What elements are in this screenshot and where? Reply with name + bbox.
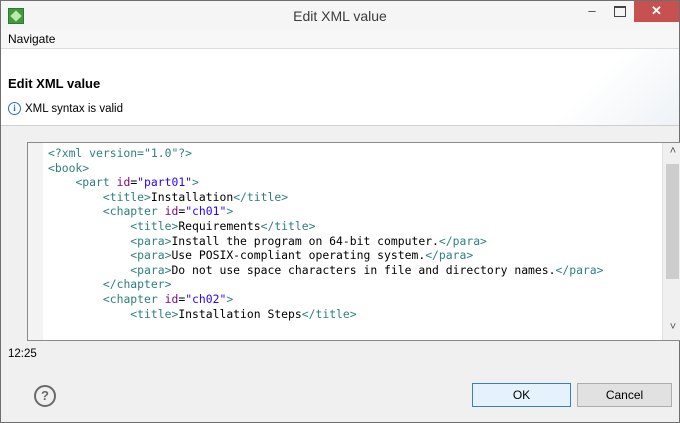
code-token: id — [116, 175, 131, 190]
code-token: <?xml version="1.0"?> — [48, 146, 193, 160]
code-token: <para> — [130, 262, 172, 277]
code-line: <?xml version="1.0"?> — [48, 146, 604, 161]
close-icon: ✕ — [651, 3, 662, 18]
code-token: > — [226, 204, 234, 219]
menu-bar: Navigate — [1, 30, 679, 49]
code-token: Requirements — [178, 218, 261, 233]
code-token: <book> — [48, 160, 90, 175]
code-token: Do not use space characters in file and … — [171, 262, 556, 277]
vertical-scrollbar[interactable]: ˄ ˅ — [662, 143, 680, 340]
editor-frame[interactable]: <?xml version="1.0"?> <book> <part id="pa… — [27, 142, 680, 341]
code-token: </chapter> — [102, 277, 172, 292]
maximize-button[interactable] — [606, 1, 634, 22]
xml-editor[interactable]: <?xml version="1.0"?> <book> <part id="pa… — [27, 142, 680, 342]
code-line: <chapter id="ch01"> — [48, 204, 604, 219]
xml-code[interactable]: <?xml version="1.0"?> <book> <part id="pa… — [48, 146, 604, 321]
code-token: <title> — [102, 189, 151, 204]
code-token: Use POSIX-compliant operating system. — [171, 248, 426, 263]
code-token: </title> — [233, 189, 289, 204]
title-bar[interactable]: Edit XML value – ✕ — [1, 1, 679, 30]
minimize-icon: – — [588, 3, 596, 18]
editor-gutter — [28, 143, 43, 340]
code-line: <book> — [48, 161, 604, 176]
code-token: </title> — [301, 306, 357, 321]
code-token: <chapter — [102, 204, 158, 219]
code-token: Install the program on 64-bit computer. — [171, 233, 439, 248]
code-line: <title>Installation</title> — [48, 190, 604, 205]
info-icon: i — [8, 102, 21, 115]
code-token: "ch02" — [185, 291, 227, 306]
minimize-button[interactable]: – — [578, 1, 606, 22]
code-line: <para>Install the program on 64-bit comp… — [48, 234, 604, 249]
code-token: id — [164, 291, 179, 306]
code-token: Installation Steps — [178, 306, 302, 321]
code-token: <chapter — [102, 291, 158, 306]
code-token: <title> — [130, 218, 179, 233]
code-token: </para> — [425, 248, 474, 263]
menu-navigate[interactable]: Navigate — [8, 32, 55, 46]
header-title: Edit XML value — [8, 76, 101, 91]
code-line: <title>Requirements</title> — [48, 219, 604, 234]
validation-message: XML syntax is valid — [25, 102, 123, 115]
code-token: "part01" — [137, 175, 193, 190]
code-line: <para>Use POSIX-compliant operating syst… — [48, 248, 604, 263]
code-line: <para>Do not use space characters in fil… — [48, 262, 604, 278]
code-token: <part — [75, 175, 110, 190]
cancel-button[interactable]: Cancel — [577, 383, 672, 407]
code-token: > — [192, 175, 199, 190]
validation-status: i XML syntax is valid — [8, 102, 123, 115]
code-token: <para> — [130, 248, 172, 263]
maximize-icon — [614, 6, 626, 17]
help-icon[interactable]: ? — [34, 385, 56, 407]
code-line: <title>Installation Steps</title> — [48, 307, 604, 322]
code-line: <chapter id="ch02"> — [48, 292, 604, 307]
code-token: Installation — [150, 189, 234, 204]
scroll-up-arrow-icon[interactable]: ˄ — [663, 145, 680, 161]
code-token: > — [226, 291, 234, 306]
code-token: <title> — [130, 306, 179, 321]
code-line: <part id="part01"> — [48, 175, 604, 190]
close-button[interactable]: ✕ — [634, 1, 679, 22]
dialog-footer: ? OK Cancel — [1, 366, 679, 422]
scrollbar-thumb[interactable] — [666, 164, 679, 279]
cursor-position: 12:25 — [8, 348, 37, 360]
header-decoration — [539, 49, 679, 125]
code-token: <para> — [130, 233, 172, 248]
dialog-header: Edit XML value i XML syntax is valid — [1, 49, 679, 126]
ok-button[interactable]: OK — [472, 383, 571, 407]
code-line: </chapter> — [48, 277, 604, 292]
edit-xml-dialog: Edit XML value – ✕ Navigate Edit XML val… — [0, 0, 680, 423]
scroll-down-arrow-icon[interactable]: ˅ — [663, 321, 680, 337]
code-token: </para> — [555, 262, 604, 277]
code-token: </para> — [438, 233, 487, 248]
code-token: "ch01" — [185, 204, 227, 219]
code-token: id — [164, 204, 179, 219]
code-token: </title> — [260, 218, 316, 233]
